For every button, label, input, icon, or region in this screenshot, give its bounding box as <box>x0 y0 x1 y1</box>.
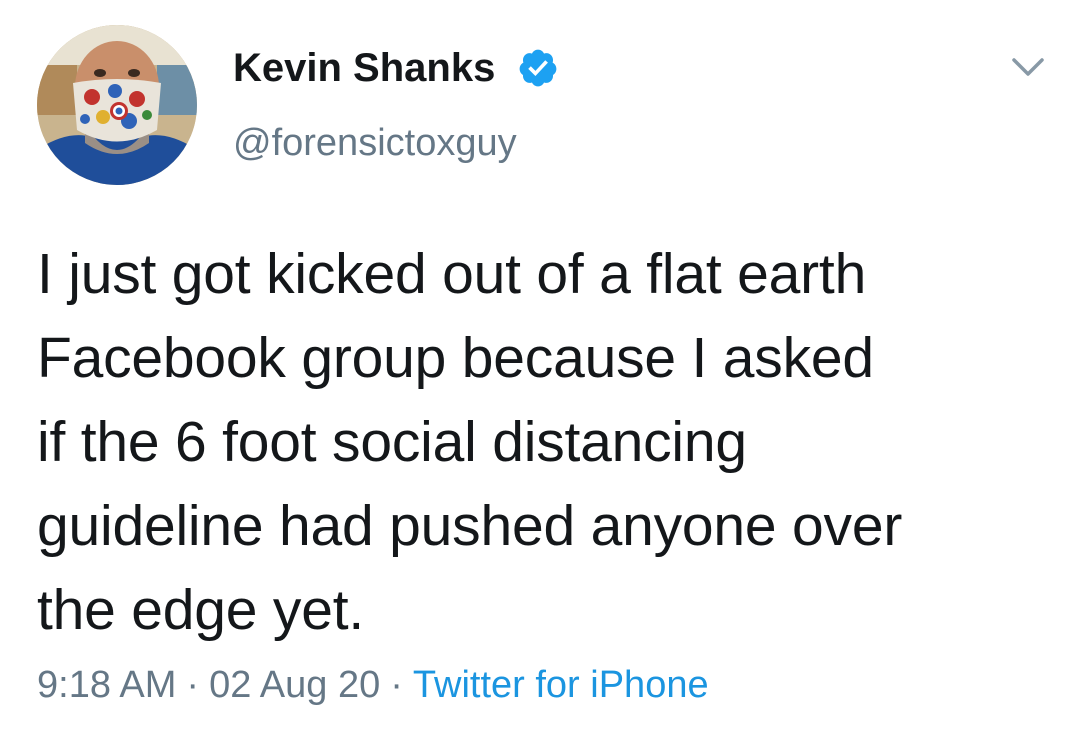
tweet-time[interactable]: 9:18 AM <box>37 664 176 706</box>
avatar[interactable] <box>37 25 197 185</box>
verified-badge-icon <box>519 49 557 87</box>
tweet-text: I just got kicked out of a flat earth Fa… <box>37 232 1047 652</box>
tweet-date[interactable]: 02 Aug 20 <box>209 664 380 706</box>
tweet-text-line: I just got kicked out of a flat earth <box>37 242 867 306</box>
avatar-image <box>37 25 197 185</box>
separator-dot: · <box>186 664 200 706</box>
tweet-text-line: Facebook group because I asked <box>37 326 874 390</box>
tweet-metadata: 9:18 AM · 02 Aug 20 · Twitter for iPhone <box>37 660 709 710</box>
separator-dot: · <box>390 664 403 706</box>
tweet-text-line: the edge yet. <box>37 578 364 642</box>
author-handle[interactable]: @forensictoxguy <box>233 120 517 166</box>
tweet-card: Kevin Shanks @forensictoxguy I just got … <box>0 0 1080 743</box>
chevron-down-icon[interactable] <box>1008 52 1048 82</box>
author-display-name[interactable]: Kevin Shanks <box>233 44 495 92</box>
tweet-text-line: if the 6 foot social distancing <box>37 410 747 474</box>
tweet-source-link[interactable]: Twitter for iPhone <box>413 664 709 706</box>
tweet-text-line: guideline had pushed anyone over <box>37 494 903 558</box>
